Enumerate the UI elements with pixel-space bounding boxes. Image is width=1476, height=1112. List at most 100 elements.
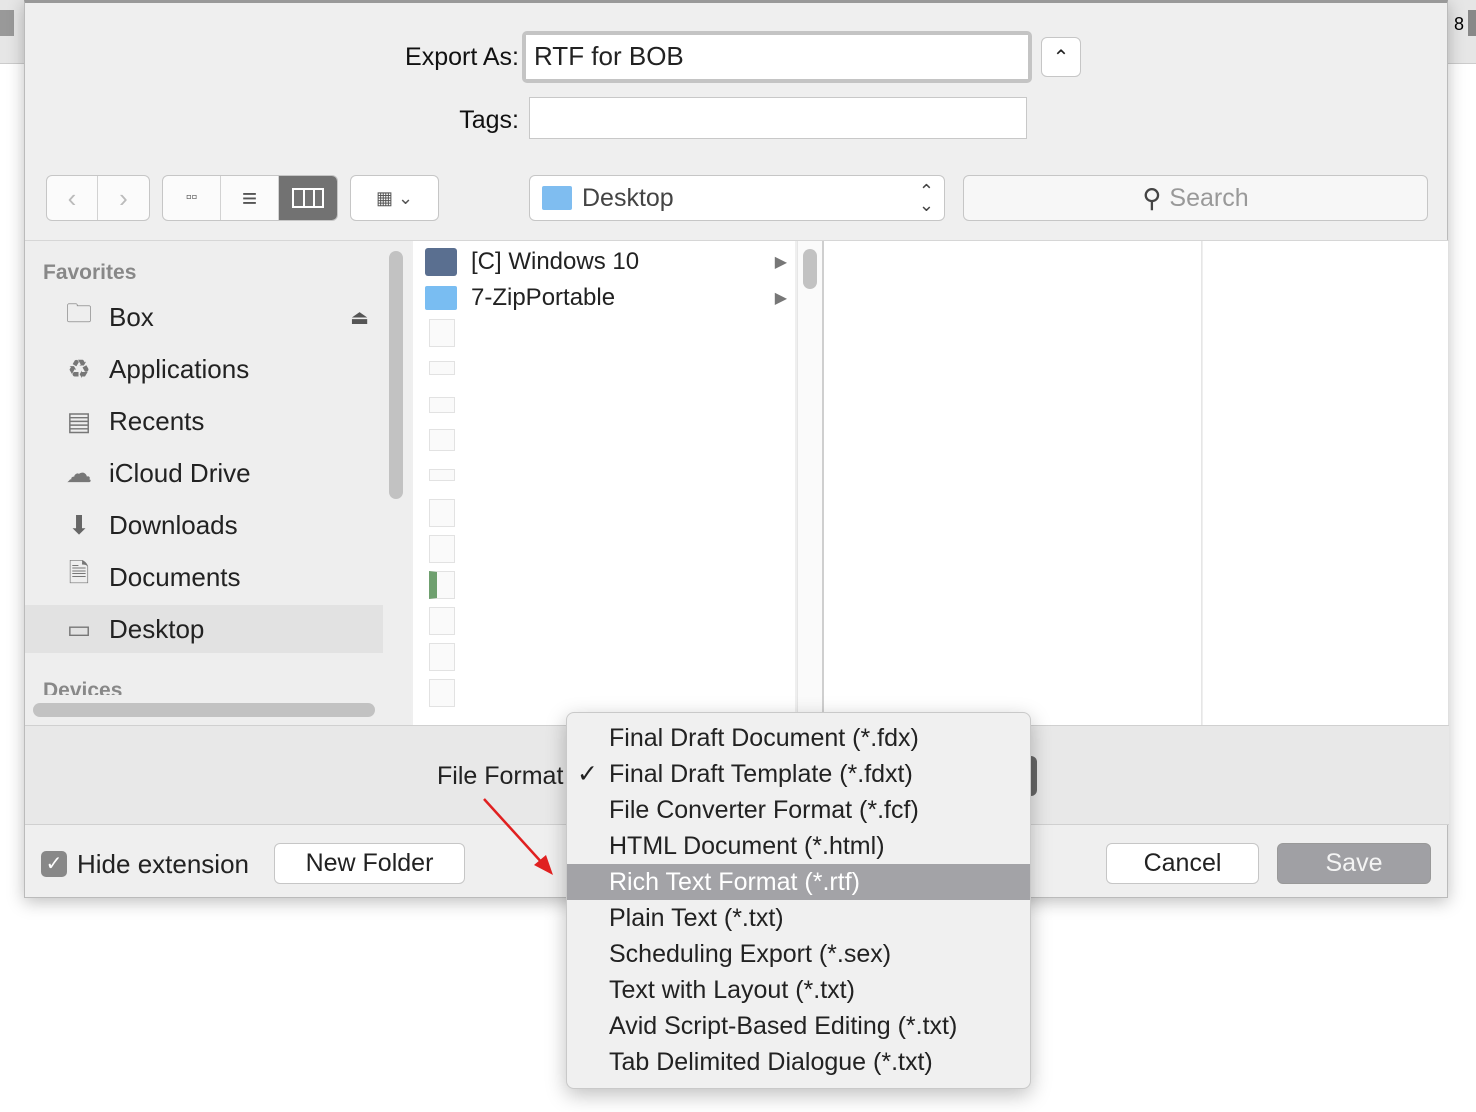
- browser-column-3: [1203, 241, 1448, 725]
- column-scroll-track: [797, 241, 823, 725]
- forward-button[interactable]: ›: [98, 176, 149, 220]
- sidebar-item-applications[interactable]: ♻ Applications: [25, 345, 383, 393]
- sidebar-item-label: Downloads: [109, 509, 238, 540]
- menu-item-rtf[interactable]: Rich Text Format (*.rtf): [567, 864, 1030, 900]
- menu-item-tab-delimited[interactable]: Tab Delimited Dialogue (*.txt): [567, 1044, 1030, 1080]
- sidebar-vertical-scrollbar[interactable]: [389, 251, 403, 499]
- menu-item-html[interactable]: HTML Document (*.html): [567, 828, 1030, 864]
- view-mode-buttons: ▫▫ ≡: [162, 175, 338, 221]
- file-icon[interactable]: [429, 535, 455, 563]
- folder-icon: [425, 286, 457, 310]
- applications-icon: ♻: [67, 353, 91, 384]
- list-item[interactable]: 7-ZipPortable ▶: [413, 280, 793, 316]
- disclosure-arrow-icon: ▶: [774, 254, 787, 271]
- list-item[interactable]: [C] Windows 10 ▶: [413, 244, 793, 280]
- menu-item-label: Final Draft Document (*.fdx): [609, 723, 919, 752]
- chevron-up-icon: ⌃: [1052, 46, 1070, 69]
- menu-item-label: HTML Document (*.html): [609, 831, 885, 860]
- location-label: Desktop: [582, 183, 674, 212]
- sidebar-item-label: Desktop: [109, 613, 205, 644]
- folder-icon: [542, 186, 572, 210]
- back-button[interactable]: ‹: [47, 176, 98, 220]
- search-icon: ⚲: [1142, 182, 1162, 213]
- sidebar-item-label: Applications: [109, 353, 250, 384]
- column-scrollbar[interactable]: [803, 249, 817, 289]
- search-field[interactable]: ⚲ Search: [963, 175, 1428, 221]
- file-icon[interactable]: [429, 469, 455, 481]
- browser-column-1: [C] Windows 10 ▶ 7-ZipPortable ▶: [413, 241, 823, 725]
- menu-item-fdx[interactable]: Final Draft Document (*.fdx): [567, 720, 1030, 756]
- menu-item-label: Rich Text Format (*.rtf): [609, 867, 860, 896]
- new-folder-button[interactable]: New Folder: [274, 843, 465, 884]
- menu-item-label: Final Draft Template (*.fdxt): [609, 759, 913, 788]
- file-icon[interactable]: [429, 397, 455, 413]
- list-view-button[interactable]: ≡: [221, 176, 279, 220]
- sidebar-item-recents[interactable]: ▤ Recents: [25, 397, 383, 445]
- downloads-icon: ⬇: [68, 509, 90, 540]
- spreadsheet-file-icon[interactable]: [429, 571, 455, 599]
- export-as-input[interactable]: RTF for BOB: [526, 35, 1028, 79]
- sidebar-item-label: Documents: [109, 561, 241, 592]
- menu-item-scheduling-export[interactable]: Scheduling Export (*.sex): [567, 936, 1030, 972]
- cloud-icon: ☁: [66, 457, 92, 488]
- export-as-label: Export As:: [405, 43, 519, 71]
- music-file-icon[interactable]: [429, 499, 455, 527]
- sidebar-item-label: Recents: [109, 405, 205, 436]
- back-forward-buttons: ‹ ›: [46, 175, 150, 221]
- desktop-icon: ▭: [66, 613, 92, 644]
- menu-item-label: Scheduling Export (*.sex): [609, 939, 892, 968]
- file-icon[interactable]: [429, 679, 455, 707]
- background-text: 8: [1454, 14, 1465, 34]
- grid-icon: ▫▫: [185, 189, 198, 206]
- file-format-menu: Final Draft Document (*.fdx) ✓ Final Draf…: [566, 712, 1031, 1089]
- devices-heading: Devices: [43, 679, 123, 695]
- documents-icon: 🗎: [68, 558, 90, 588]
- file-icon[interactable]: [429, 429, 455, 451]
- folder-icon: 🗀: [65, 298, 92, 328]
- collapse-button[interactable]: ⌃: [1041, 37, 1081, 77]
- file-icon[interactable]: [429, 319, 455, 347]
- search-placeholder: Search: [1169, 183, 1249, 212]
- menu-item-avid[interactable]: Avid Script-Based Editing (*.txt): [567, 1008, 1030, 1044]
- file-icon[interactable]: [429, 361, 455, 375]
- hide-extension-checkbox[interactable]: ✓: [41, 851, 67, 877]
- arrange-grid-icon: ▦ ⌄: [375, 187, 414, 208]
- icon-view-button[interactable]: ▫▫: [163, 176, 221, 220]
- save-button[interactable]: Save: [1277, 843, 1431, 884]
- item-label: [C] Windows 10: [471, 248, 640, 275]
- cancel-button[interactable]: Cancel: [1106, 843, 1259, 884]
- menu-item-fcf[interactable]: File Converter Format (*.fcf): [567, 792, 1030, 828]
- sidebar-horizontal-scrollbar[interactable]: [33, 703, 375, 717]
- column-view-button[interactable]: [279, 176, 337, 220]
- menu-item-plain-text[interactable]: Plain Text (*.txt): [567, 900, 1030, 936]
- checkmark-icon: ✓: [45, 853, 63, 875]
- eject-icon[interactable]: ⏏: [350, 305, 369, 330]
- tags-input[interactable]: [529, 97, 1027, 139]
- menu-item-label: Text with Layout (*.txt): [609, 975, 855, 1004]
- sidebar-item-documents[interactable]: 🗎 Documents: [25, 553, 383, 601]
- sidebar-item-desktop[interactable]: ▭ Desktop: [25, 605, 383, 653]
- sidebar-item-downloads[interactable]: ⬇ Downloads: [25, 501, 383, 549]
- columns-icon: [292, 188, 324, 208]
- sidebar-item-icloud-drive[interactable]: ☁ iCloud Drive: [25, 449, 383, 497]
- sidebar-item-label: iCloud Drive: [109, 457, 251, 488]
- file-icon[interactable]: [429, 607, 455, 635]
- menu-item-text-with-layout[interactable]: Text with Layout (*.txt): [567, 972, 1030, 1008]
- chevron-right-icon: ›: [119, 182, 128, 213]
- sidebar-item-box[interactable]: 🗀 Box ⏏: [25, 293, 383, 341]
- menu-item-label: File Converter Format (*.fcf): [609, 795, 919, 824]
- menu-item-label: Avid Script-Based Editing (*.txt): [609, 1011, 958, 1040]
- menu-item-label: Plain Text (*.txt): [609, 903, 784, 932]
- location-popup[interactable]: Desktop ⌃ ⌄: [529, 175, 945, 221]
- up-down-chevron-icon: ⌃ ⌄: [918, 181, 934, 215]
- menu-item-fdxt[interactable]: ✓ Final Draft Template (*.fdxt): [567, 756, 1030, 792]
- sidebar-item-label: Box: [109, 301, 154, 332]
- menu-item-label: Tab Delimited Dialogue (*.txt): [609, 1047, 933, 1076]
- script-file-icon[interactable]: [429, 643, 455, 671]
- arrange-button[interactable]: ▦ ⌄: [350, 175, 439, 221]
- file-format-label: File Format: [437, 762, 564, 790]
- tags-label: Tags:: [459, 106, 519, 134]
- chevron-left-icon: ‹: [67, 182, 77, 213]
- hide-extension-label[interactable]: Hide extension: [77, 849, 249, 880]
- annotation-arrow: [483, 798, 553, 875]
